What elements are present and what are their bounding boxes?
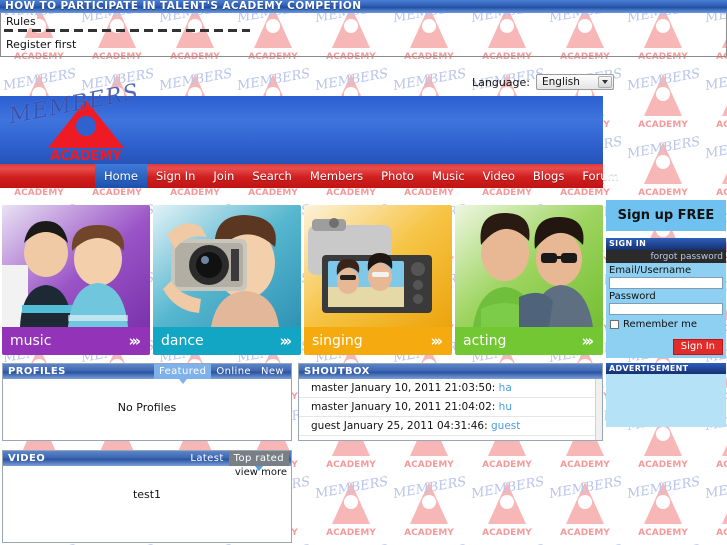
nav-item-forum[interactable]: Forum	[573, 164, 627, 188]
shout-text: ha	[498, 382, 512, 394]
tile-label-music: music	[10, 333, 52, 349]
music-photo	[2, 205, 150, 327]
video-panel: VIDEO Latest Top rated view more test1	[2, 450, 292, 543]
advertisement-title: ADVERTISEMENT	[606, 363, 726, 374]
shoutbox-title: SHOUTBOX	[304, 366, 370, 377]
nav-item-members[interactable]: Members	[301, 164, 372, 188]
nav-item-video[interactable]: Video	[474, 164, 524, 188]
email-input[interactable]	[609, 277, 723, 289]
tab-latest[interactable]: Latest	[185, 451, 228, 466]
forgot-password-link[interactable]: forgot password	[606, 250, 726, 263]
shout-text: hu	[498, 401, 512, 413]
shout-author: guest	[311, 420, 341, 432]
category-tiles: music ››› dance ››› singing ››› acting ›…	[2, 205, 603, 355]
profiles-panel: PROFILES Featured Online New No Profiles	[2, 363, 292, 441]
tab-online[interactable]: Online	[211, 364, 256, 379]
signin-box-title: SIGN IN	[606, 238, 726, 250]
signin-box: SIGN IN forgot password Email/Username P…	[606, 238, 726, 358]
remember-me-checkbox[interactable]	[610, 320, 619, 329]
tab-top-rated[interactable]: Top rated	[228, 451, 289, 471]
nav-item-search[interactable]: Search	[243, 164, 301, 188]
nav-item-photo[interactable]: Photo	[372, 164, 423, 188]
shout-date: January 25, 2011 04:31:46	[343, 420, 485, 432]
password-label: Password	[609, 291, 656, 302]
profiles-body: No Profiles	[3, 379, 291, 440]
tile-singing[interactable]: singing ›››	[304, 205, 452, 355]
chevrons-icon: ›››	[128, 332, 140, 350]
view-more-link[interactable]: view more	[235, 467, 287, 478]
signup-free-button[interactable]: Sign up FREE	[606, 200, 726, 231]
shout-date: January 10, 2011 21:04:02	[351, 401, 492, 413]
language-selector[interactable]: Language: English	[472, 74, 614, 90]
tab-featured-label: Featured	[158, 366, 207, 377]
signin-button[interactable]: Sign In	[672, 339, 723, 355]
tile-dance[interactable]: dance ›››	[153, 205, 301, 355]
svg-text:ACADEMY: ACADEMY	[50, 149, 122, 162]
shout-message: guest January 25, 2011 04:31:46: guest	[299, 417, 602, 436]
nav-item-blogs[interactable]: Blogs	[524, 164, 573, 188]
register-first-note: Register first	[5, 38, 78, 51]
tile-label-singing: singing	[312, 333, 363, 349]
acting-photo	[455, 205, 603, 327]
language-label: Language:	[472, 75, 530, 89]
nav-item-join[interactable]: Join	[204, 164, 243, 188]
nav-item-music[interactable]: Music	[423, 164, 474, 188]
nav-item-home[interactable]: Home	[95, 164, 147, 188]
advertisement-box: ADVERTISEMENT	[606, 363, 726, 427]
video-title: VIDEO	[8, 453, 46, 464]
chevrons-icon: ›››	[581, 332, 593, 350]
remember-me-label: Remember me	[623, 319, 697, 330]
nav-item-signin[interactable]: Sign In	[147, 164, 204, 188]
profiles-empty-text: No Profiles	[117, 401, 177, 414]
rules-heading: Rules	[5, 15, 37, 28]
tab-top-rated-label: Top rated	[233, 453, 284, 464]
acting-caption[interactable]: acting ›››	[455, 327, 603, 355]
main-navigation: Home Sign In Join Search Members Photo M…	[0, 164, 619, 188]
shoutbox-body: master January 10, 2011 21:03:50: ha mas…	[299, 379, 602, 440]
rules-box: Rules Register first	[0, 13, 727, 57]
video-tabs: Latest Top rated	[185, 451, 289, 471]
shoutbox-header: SHOUTBOX	[299, 364, 602, 379]
shoutbox-scrollbar[interactable]	[595, 379, 602, 440]
tile-music[interactable]: music ›››	[2, 205, 150, 355]
video-body: view more test1	[3, 466, 291, 542]
email-label: Email/Username	[609, 265, 692, 276]
shout-text: guest	[491, 420, 521, 432]
language-dropdown[interactable]: English	[536, 74, 614, 90]
tile-acting[interactable]: acting ›››	[455, 205, 603, 355]
shout-author: master	[311, 401, 349, 413]
remember-me-row[interactable]: Remember me	[606, 315, 726, 330]
shoutbox-panel: SHOUTBOX master January 10, 2011 21:03:5…	[298, 363, 603, 441]
dashed-divider	[4, 29, 250, 32]
chevrons-icon: ›››	[279, 332, 291, 350]
profiles-header: PROFILES Featured Online New	[3, 364, 291, 384]
shout-message: master January 10, 2011 21:04:02: hu	[299, 398, 602, 417]
tab-featured[interactable]: Featured	[153, 364, 212, 384]
shout-date: January 10, 2011 21:03:50	[351, 382, 492, 394]
chevrons-icon: ›››	[430, 332, 442, 350]
tile-label-dance: dance	[161, 333, 204, 349]
language-value: English	[542, 76, 580, 88]
music-caption[interactable]: music ›››	[2, 327, 150, 355]
dance-photo	[153, 205, 301, 327]
tile-label-acting: acting	[463, 333, 507, 349]
site-banner: ACADEMY MEMBERS	[0, 80, 603, 164]
profiles-title: PROFILES	[8, 366, 66, 377]
password-input[interactable]	[609, 303, 723, 315]
shout-message: master January 10, 2011 21:03:50: ha	[299, 379, 602, 398]
shout-author: master	[311, 382, 349, 394]
chevron-down-icon[interactable]	[598, 76, 612, 88]
singing-caption[interactable]: singing ›››	[304, 327, 452, 355]
tab-new[interactable]: New	[256, 364, 289, 379]
dance-caption[interactable]: dance ›››	[153, 327, 301, 355]
singing-photo	[304, 205, 452, 327]
page-title-bar: HOW TO PARTICIPATE IN TALENT'S ACADEMY C…	[0, 0, 727, 13]
profiles-tabs: Featured Online New	[153, 364, 289, 384]
video-header: VIDEO Latest Top rated	[3, 451, 291, 471]
